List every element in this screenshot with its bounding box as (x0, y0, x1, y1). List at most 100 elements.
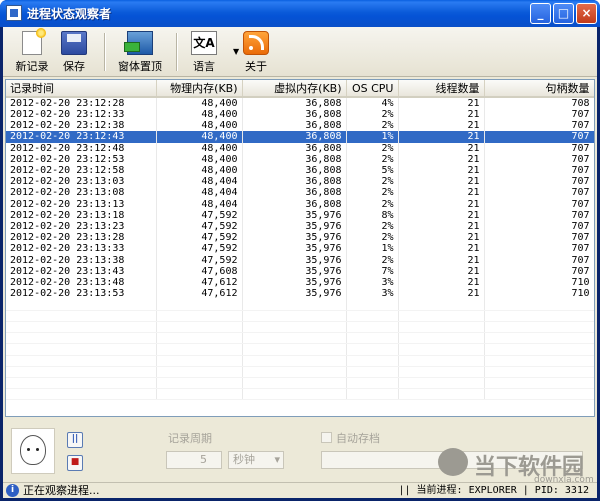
table-row[interactable]: 2012-02-20 23:13:08 48,404 36,808 2% 21 707 (6, 187, 594, 199)
empty-row (6, 355, 594, 367)
table-cell: 47,592 (156, 243, 243, 255)
pin-window-button[interactable]: 窗体置顶 (115, 29, 165, 74)
save-button[interactable]: 保存 (58, 29, 90, 74)
column-header-threads[interactable]: 线程数量 (398, 80, 485, 98)
table-row[interactable]: 2012-02-20 23:13:33 47,592 35,976 1% 21 707 (6, 243, 594, 255)
table-cell: 707 (484, 164, 594, 177)
app-icon (6, 5, 22, 21)
table-cell: 21 (398, 265, 485, 277)
table-row[interactable]: 2012-02-20 23:13:23 47,592 35,976 2% 21 707 (6, 220, 594, 233)
window-pin-icon (124, 31, 153, 55)
column-header-time[interactable]: 记录时间 (6, 80, 157, 98)
table-row[interactable]: 2012-02-20 23:13:53 47,612 35,976 3% 21 710 (6, 288, 594, 300)
maximize-button[interactable]: □ (553, 3, 574, 24)
table-cell: 2012-02-20 23:12:38 (6, 120, 157, 132)
table-cell: 2012-02-20 23:13:38 (6, 254, 157, 266)
new-record-button[interactable]: 新记录 (13, 28, 51, 74)
table-row[interactable]: 2012-02-20 23:12:43 48,400 36,808 1% 21 707 (6, 131, 594, 143)
table-cell: 35,976 (242, 276, 347, 288)
table-cell: 707 (484, 265, 594, 277)
table-cell: 707 (484, 198, 594, 210)
period-unit-select[interactable]: 秒钟 (228, 451, 284, 469)
table-cell: 36,808 (242, 164, 347, 177)
empty-row (6, 366, 594, 379)
watermark-logo-icon (438, 448, 468, 476)
table-cell: 1% (346, 131, 399, 143)
table-cell: 47,612 (156, 276, 243, 288)
table-row[interactable]: 2012-02-20 23:12:33 48,400 36,808 2% 21 707 (6, 109, 594, 121)
empty-row (6, 299, 594, 311)
table-cell: 8% (346, 209, 399, 221)
autosave-checkbox[interactable]: 自动存档 (321, 430, 380, 446)
column-header-virtual-memory[interactable]: 虚拟内存(KB) (242, 80, 347, 98)
table-row[interactable]: 2012-02-20 23:13:38 47,592 35,976 2% 21 707 (6, 254, 594, 266)
title-bar[interactable]: 进程状态观察者 _ □ × (0, 0, 600, 27)
table-cell: 21 (398, 198, 485, 210)
table-row[interactable]: 2012-02-20 23:12:38 48,400 36,808 2% 21 707 (6, 120, 594, 132)
records-table[interactable]: 记录时间 物理内存(KB) 虚拟内存(KB) OS CPU 线程数量 句柄数量 … (5, 79, 595, 417)
table-row[interactable]: 2012-02-20 23:13:13 48,404 36,808 2% 21 707 (6, 198, 594, 210)
table-cell: 36,808 (242, 97, 347, 109)
table-cell: 48,400 (156, 131, 243, 143)
period-spinner[interactable]: 5 (166, 451, 222, 469)
column-header-physical-memory[interactable]: 物理内存(KB) (156, 80, 243, 98)
toolbar: 新记录 保存 窗体置顶 文A 语言 ▼ 关于 (3, 27, 597, 77)
minimize-button[interactable]: _ (530, 3, 551, 24)
table-cell: 1% (346, 243, 399, 255)
table-cell: 21 (398, 232, 485, 244)
table-cell: 35,976 (242, 209, 347, 221)
table-row[interactable]: 2012-02-20 23:12:28 48,400 36,808 4% 21 708 (6, 97, 594, 109)
table-cell: 710 (484, 276, 594, 288)
table-cell: 21 (398, 97, 485, 109)
table-cell: 48,404 (156, 176, 243, 188)
table-row[interactable]: 2012-02-20 23:12:48 48,400 36,808 2% 21 707 (6, 142, 594, 154)
table-cell: 707 (484, 153, 594, 165)
table-cell: 707 (484, 120, 594, 132)
table-cell: 21 (398, 220, 485, 233)
column-header-handles[interactable]: 句柄数量 (484, 80, 594, 98)
table-cell: 2% (346, 109, 399, 121)
table-row[interactable]: 2012-02-20 23:13:18 47,592 35,976 8% 21 707 (6, 209, 594, 221)
table-row[interactable]: 2012-02-20 23:13:28 47,592 35,976 2% 21 707 (6, 232, 594, 244)
window-title: 进程状态观察者 (27, 7, 112, 21)
status-bar: i 正在观察进程... || 当前进程: EXPLORER | PID: 331… (3, 482, 597, 498)
stop-button[interactable]: ■ (67, 455, 83, 471)
table-cell: 7% (346, 265, 399, 277)
table-cell: 2012-02-20 23:13:08 (6, 187, 157, 199)
table-cell: 2012-02-20 23:13:53 (6, 288, 157, 300)
column-header-cpu[interactable]: OS CPU (346, 80, 399, 98)
table-cell: 2012-02-20 23:12:43 (6, 131, 157, 143)
pause-button[interactable]: || (67, 432, 83, 448)
table-cell: 48,404 (156, 198, 243, 210)
mascot-face-icon (20, 435, 46, 465)
mascot-image (11, 428, 55, 474)
table-cell: 36,808 (242, 153, 347, 165)
language-button[interactable]: 文A 语言 (187, 29, 221, 74)
table-row[interactable]: 2012-02-20 23:12:58 48,400 36,808 5% 21 707 (6, 164, 594, 177)
checkbox-box[interactable] (321, 432, 332, 443)
table-cell: 3% (346, 288, 399, 300)
table-row[interactable]: 2012-02-20 23:13:03 48,404 36,808 2% 21 707 (6, 176, 594, 188)
save-label: 保存 (63, 60, 85, 73)
table-row[interactable]: 2012-02-20 23:13:48 47,612 35,976 3% 21 710 (6, 276, 594, 288)
table-cell: 48,400 (156, 153, 243, 165)
floppy-disk-icon (61, 31, 87, 55)
about-button[interactable]: 关于 (241, 29, 271, 74)
table-cell: 21 (398, 176, 485, 188)
table-cell: 48,400 (156, 120, 243, 132)
table-header-row: 记录时间 物理内存(KB) 虚拟内存(KB) OS CPU 线程数量 句柄数量 (6, 80, 594, 98)
table-cell: 47,592 (156, 209, 243, 221)
close-button[interactable]: × (576, 3, 597, 24)
new-record-label: 新记录 (15, 60, 49, 73)
table-cell: 2012-02-20 23:12:58 (6, 164, 157, 177)
table-row[interactable]: 2012-02-20 23:13:43 47,608 35,976 7% 21 707 (6, 265, 594, 277)
table-cell: 21 (398, 131, 485, 143)
table-cell: 21 (398, 276, 485, 288)
table-cell: 47,592 (156, 220, 243, 233)
empty-row (6, 332, 594, 345)
table-row[interactable]: 2012-02-20 23:12:53 48,400 36,808 2% 21 707 (6, 153, 594, 165)
empty-row (6, 388, 594, 401)
empty-row (6, 310, 594, 323)
language-dropdown-arrow-icon[interactable]: ▼ (233, 47, 239, 56)
record-period-label: 记录周期 (168, 432, 212, 445)
